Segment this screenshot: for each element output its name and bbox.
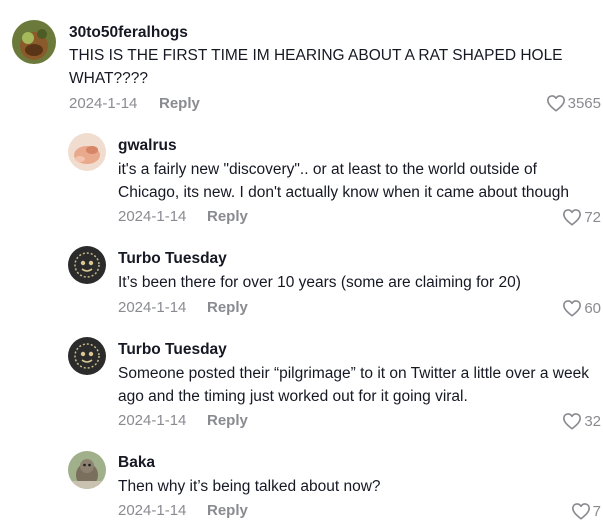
comment-username[interactable]: Turbo Tuesday <box>118 341 227 359</box>
heart-outline-icon <box>563 209 582 226</box>
comment-text: THIS IS THE FIRST TIME IM HEARING ABOUT … <box>69 47 563 87</box>
reply-comment-item: Baka Then why it’s being talked about no… <box>0 443 603 529</box>
heart-outline-icon <box>571 503 590 520</box>
comment-date: 2024-1-14 <box>118 299 187 316</box>
avatar-image <box>12 20 56 64</box>
like-button[interactable]: 32 <box>562 411 601 431</box>
heart-outline-icon <box>563 300 582 317</box>
like-count: 72 <box>584 208 601 226</box>
comment-date: 2024-1-14 <box>118 208 187 225</box>
comment-username[interactable]: gwalrus <box>118 137 177 155</box>
comment-date: 2024-1-14 <box>118 502 187 519</box>
heart-outline-icon <box>563 413 582 430</box>
reply-comment-item: Turbo Tuesday Someone posted their “pilg… <box>0 329 603 439</box>
reply-button[interactable]: Reply <box>207 502 248 519</box>
reply-button[interactable]: Reply <box>207 299 248 316</box>
comment-text: Then why it’s being talked about now? <box>118 478 381 495</box>
reply-comment-item: gwalrus it's a fairly new "discovery".. … <box>0 125 603 235</box>
avatar[interactable] <box>68 337 106 375</box>
avatar[interactable] <box>12 20 56 64</box>
like-count: 32 <box>584 412 601 430</box>
like-button[interactable]: 3565 <box>546 93 601 113</box>
comment-text: It’s been there for over 10 years (some … <box>118 274 521 291</box>
reply-button[interactable]: Reply <box>159 95 200 112</box>
heart-outline-icon <box>546 95 565 112</box>
reply-button[interactable]: Reply <box>207 208 248 225</box>
avatar[interactable] <box>68 451 106 489</box>
like-button[interactable]: 7 <box>571 501 601 521</box>
comment-date: 2024-1-14 <box>118 412 187 429</box>
comment-text: it's a fairly new "discovery".. or at le… <box>118 161 570 201</box>
avatar[interactable] <box>68 133 106 171</box>
avatar-image <box>68 133 106 171</box>
comment-text: Someone posted their “pilgrimage” to it … <box>118 365 589 405</box>
comment-item: 30to50feralhogs THIS IS THE FIRST TIME I… <box>0 0 603 120</box>
like-count: 7 <box>592 502 601 520</box>
comment-date: 2024-1-14 <box>69 95 138 112</box>
comment-username[interactable]: Baka <box>118 454 155 472</box>
avatar-image <box>68 246 106 284</box>
avatar-image <box>68 337 106 375</box>
reply-button[interactable]: Reply <box>207 412 248 429</box>
comment-username[interactable]: Turbo Tuesday <box>118 250 227 268</box>
reply-comment-item: Turbo Tuesday It’s been there for over 1… <box>0 238 603 328</box>
avatar[interactable] <box>68 246 106 284</box>
like-count: 3565 <box>567 94 601 112</box>
like-button[interactable]: 60 <box>562 298 601 318</box>
comment-username[interactable]: 30to50feralhogs <box>69 24 188 42</box>
avatar-image <box>68 451 106 489</box>
like-count: 60 <box>584 299 601 317</box>
like-button[interactable]: 72 <box>562 207 601 227</box>
